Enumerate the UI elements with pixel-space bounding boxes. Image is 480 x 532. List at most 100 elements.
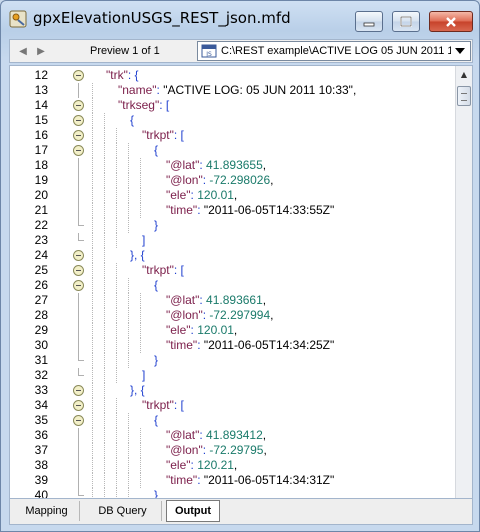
json-punctuation: ] bbox=[142, 368, 146, 382]
indent-guide bbox=[104, 353, 105, 368]
json-number: -72.29795 bbox=[209, 443, 264, 457]
scroll-up-button[interactable]: ▲ bbox=[456, 66, 472, 83]
indent-guide bbox=[104, 173, 105, 188]
tab-db-query[interactable]: DB Query bbox=[84, 501, 162, 521]
close-icon bbox=[446, 16, 456, 27]
json-punctuation: , bbox=[270, 308, 274, 322]
json-number: 120.01 bbox=[197, 323, 234, 337]
json-punctuation: , bbox=[233, 323, 238, 337]
indent-guide bbox=[92, 98, 93, 113]
json-key: "time" bbox=[166, 338, 198, 352]
indent-guide bbox=[128, 278, 129, 293]
json-key: "trkpt" bbox=[142, 128, 174, 142]
code-line: 29 "ele": 120.01, bbox=[10, 323, 450, 338]
fold-guide-line bbox=[78, 323, 79, 338]
indent-guide bbox=[116, 128, 117, 143]
indent-guide bbox=[92, 173, 93, 188]
line-number: 16 bbox=[34, 128, 48, 142]
fold-toggle-icon[interactable] bbox=[73, 130, 84, 141]
json-punctuation: { bbox=[154, 413, 159, 427]
indent-guide bbox=[104, 218, 105, 233]
indent-guide bbox=[116, 203, 117, 218]
fold-toggle-icon[interactable] bbox=[73, 265, 84, 276]
line-number: 25 bbox=[34, 263, 48, 277]
tab-label: DB Query bbox=[98, 505, 147, 517]
indent-guide bbox=[92, 263, 93, 278]
fold-toggle-icon[interactable] bbox=[73, 415, 84, 426]
json-key: "time" bbox=[166, 203, 198, 217]
fold-guide-line bbox=[78, 83, 79, 98]
code-text: ] bbox=[142, 233, 145, 248]
fold-guide-line bbox=[78, 428, 79, 443]
fold-toggle-icon[interactable] bbox=[73, 385, 84, 396]
json-number: 41.893655 bbox=[206, 158, 263, 172]
fold-toggle-icon[interactable] bbox=[73, 250, 84, 261]
fold-toggle-icon[interactable] bbox=[73, 100, 84, 111]
indent-guide bbox=[128, 488, 129, 498]
fold-toggle-icon[interactable] bbox=[73, 115, 84, 126]
previous-page-button[interactable]: ◀ bbox=[16, 43, 30, 59]
code-line: 30 "time": "2011-06-05T14:34:25Z" bbox=[10, 338, 450, 353]
next-page-button[interactable]: ▶ bbox=[34, 43, 48, 59]
code-text: "@lon": -72.297994, bbox=[166, 308, 273, 323]
code-line: 26 { bbox=[10, 278, 450, 293]
minimize-button[interactable] bbox=[355, 11, 383, 32]
code-line: 13 "name": "ACTIVE LOG: 05 JUN 2011 10:33… bbox=[10, 83, 450, 98]
fold-guide-line bbox=[78, 203, 79, 218]
indent-guide bbox=[140, 293, 141, 308]
indent-guide bbox=[92, 218, 93, 233]
output-file-select[interactable]: JS C:\REST example\ACTIVE LOG 05 JUN 201… bbox=[197, 41, 471, 61]
line-number: 27 bbox=[34, 293, 48, 307]
indent-guide bbox=[140, 308, 141, 323]
json-string: "2011-06-05T14:34:25Z" bbox=[203, 338, 335, 352]
indent-guide bbox=[128, 188, 129, 203]
code-text: { bbox=[154, 413, 158, 428]
json-punctuation: { bbox=[130, 113, 135, 127]
indent-guide bbox=[116, 353, 117, 368]
indent-guide bbox=[104, 308, 105, 323]
indent-guide bbox=[116, 398, 117, 413]
maximize-button[interactable] bbox=[392, 11, 420, 32]
fold-toggle-icon[interactable] bbox=[73, 70, 84, 81]
code-line: 24}, { bbox=[10, 248, 450, 263]
fold-toggle-icon[interactable] bbox=[73, 400, 84, 411]
line-number: 26 bbox=[34, 278, 48, 292]
tab-mapping[interactable]: Mapping bbox=[14, 501, 80, 521]
output-editor[interactable]: 12 "trk": {13 "name": "ACTIVE LOG: 05 JUN … bbox=[9, 65, 473, 499]
code-text: } bbox=[154, 218, 158, 233]
indent-guide bbox=[104, 428, 105, 443]
vertical-scrollbar[interactable]: ▲ bbox=[455, 66, 472, 498]
indent-guide bbox=[128, 203, 129, 218]
code-text: "trkpt": [ bbox=[142, 263, 184, 278]
code-text: } bbox=[154, 353, 158, 368]
title-bar[interactable]: gpxElevationUSGS_REST_json.mfd bbox=[1, 1, 479, 35]
code-text: { bbox=[154, 143, 158, 158]
indent-guide bbox=[104, 158, 105, 173]
indent-guide bbox=[104, 458, 105, 473]
fold-toggle-icon[interactable] bbox=[73, 145, 84, 156]
tab-output[interactable]: Output bbox=[166, 500, 220, 522]
json-key: "@lat" bbox=[166, 158, 200, 172]
fold-guide-line bbox=[78, 158, 79, 173]
indent-guide bbox=[128, 158, 129, 173]
json-key: "name" bbox=[118, 83, 157, 97]
scrollbar-thumb[interactable] bbox=[457, 86, 471, 106]
indent-guide bbox=[140, 473, 141, 488]
fold-toggle-icon[interactable] bbox=[73, 280, 84, 291]
json-file-icon: JS bbox=[201, 44, 217, 58]
dropdown-toggle[interactable] bbox=[452, 44, 468, 58]
close-button[interactable] bbox=[429, 11, 473, 32]
json-punctuation: : bbox=[197, 338, 204, 352]
indent-guide bbox=[92, 413, 93, 428]
indent-guide bbox=[92, 293, 93, 308]
indent-guide bbox=[92, 368, 93, 383]
json-key: "@lat" bbox=[166, 293, 200, 307]
code-line: 14 "trkseg": [ bbox=[10, 98, 450, 113]
indent-guide bbox=[92, 473, 93, 488]
indent-guide bbox=[140, 428, 141, 443]
arrow-left-icon: ◀ bbox=[19, 45, 27, 57]
indent-guide bbox=[92, 203, 93, 218]
indent-guide bbox=[116, 293, 117, 308]
code-line: 16 "trkpt": [ bbox=[10, 128, 450, 143]
json-punctuation: } bbox=[154, 353, 159, 367]
